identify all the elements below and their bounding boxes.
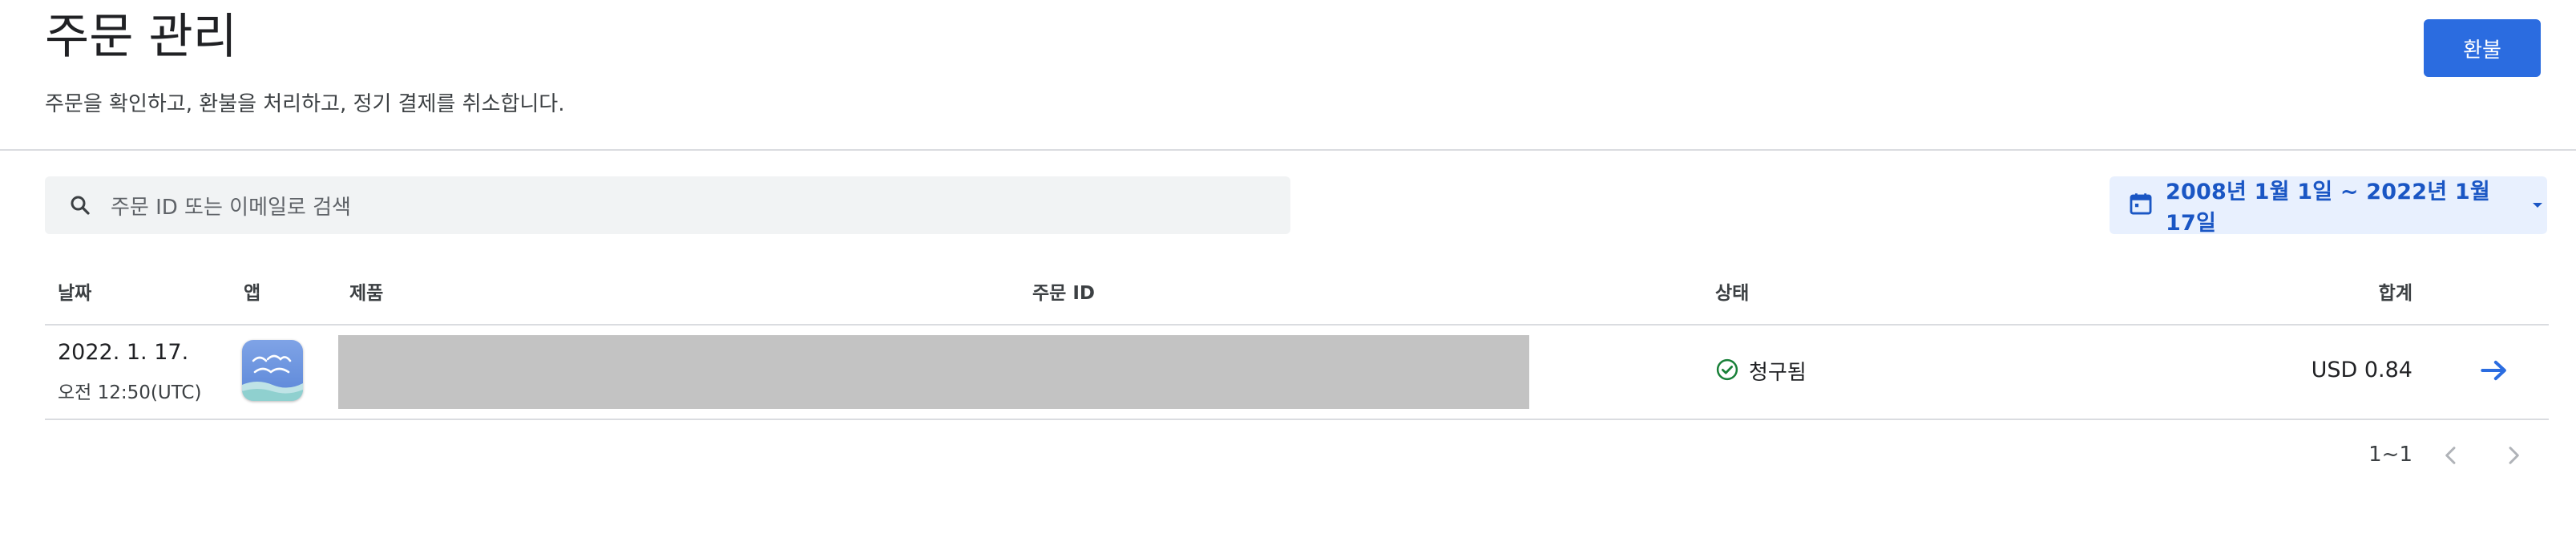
status-text: 청구됨 (1749, 361, 1807, 385)
search-icon (66, 191, 95, 220)
check-circle-icon (1715, 358, 1739, 385)
column-header-total: 합계 (2378, 283, 2412, 304)
column-header-app: 앱 (244, 283, 261, 304)
order-time: 오전 12:50(UTC) (58, 382, 202, 403)
order-date: 2022. 1. 17. (58, 340, 189, 365)
date-range-label: 2008년 1월 1일 ~ 2022년 1월 17일 (2166, 180, 2490, 236)
refund-button[interactable]: 환불 (2424, 19, 2541, 77)
column-header-order-id: 주문 ID (1032, 283, 1095, 304)
status-badge: 청구됨 (1715, 356, 1807, 386)
redacted-product-order-id (338, 335, 1529, 409)
date-range-button[interactable]: 2008년 1월 1일 ~ 2022년 1월 17일 (2110, 176, 2547, 236)
table-header-divider (45, 324, 2549, 326)
column-header-product: 제품 (349, 283, 384, 304)
page-subtitle: 주문을 확인하고, 환불을 처리하고, 정기 결제를 취소합니다. (45, 92, 565, 116)
arrow-right-icon[interactable] (2477, 353, 2512, 388)
app-icon (242, 340, 303, 401)
chevron-right-icon[interactable] (2496, 438, 2531, 473)
table-row-divider (45, 419, 2549, 420)
search-field[interactable]: 주문 ID 또는 이메일로 검색 (45, 176, 1290, 234)
order-total: USD 0.84 (2311, 358, 2412, 382)
column-header-date: 날짜 (58, 283, 92, 304)
pagination-range: 1~1 (2368, 443, 2412, 467)
calendar-icon (2127, 190, 2154, 220)
header-divider (0, 149, 2576, 151)
search-input[interactable]: 주문 ID 또는 이메일로 검색 (111, 191, 351, 220)
column-header-status: 상태 (1715, 283, 1750, 304)
chevron-down-icon (2528, 196, 2547, 215)
page-title: 주문 관리 (45, 9, 237, 65)
chevron-left-icon[interactable] (2433, 438, 2469, 473)
